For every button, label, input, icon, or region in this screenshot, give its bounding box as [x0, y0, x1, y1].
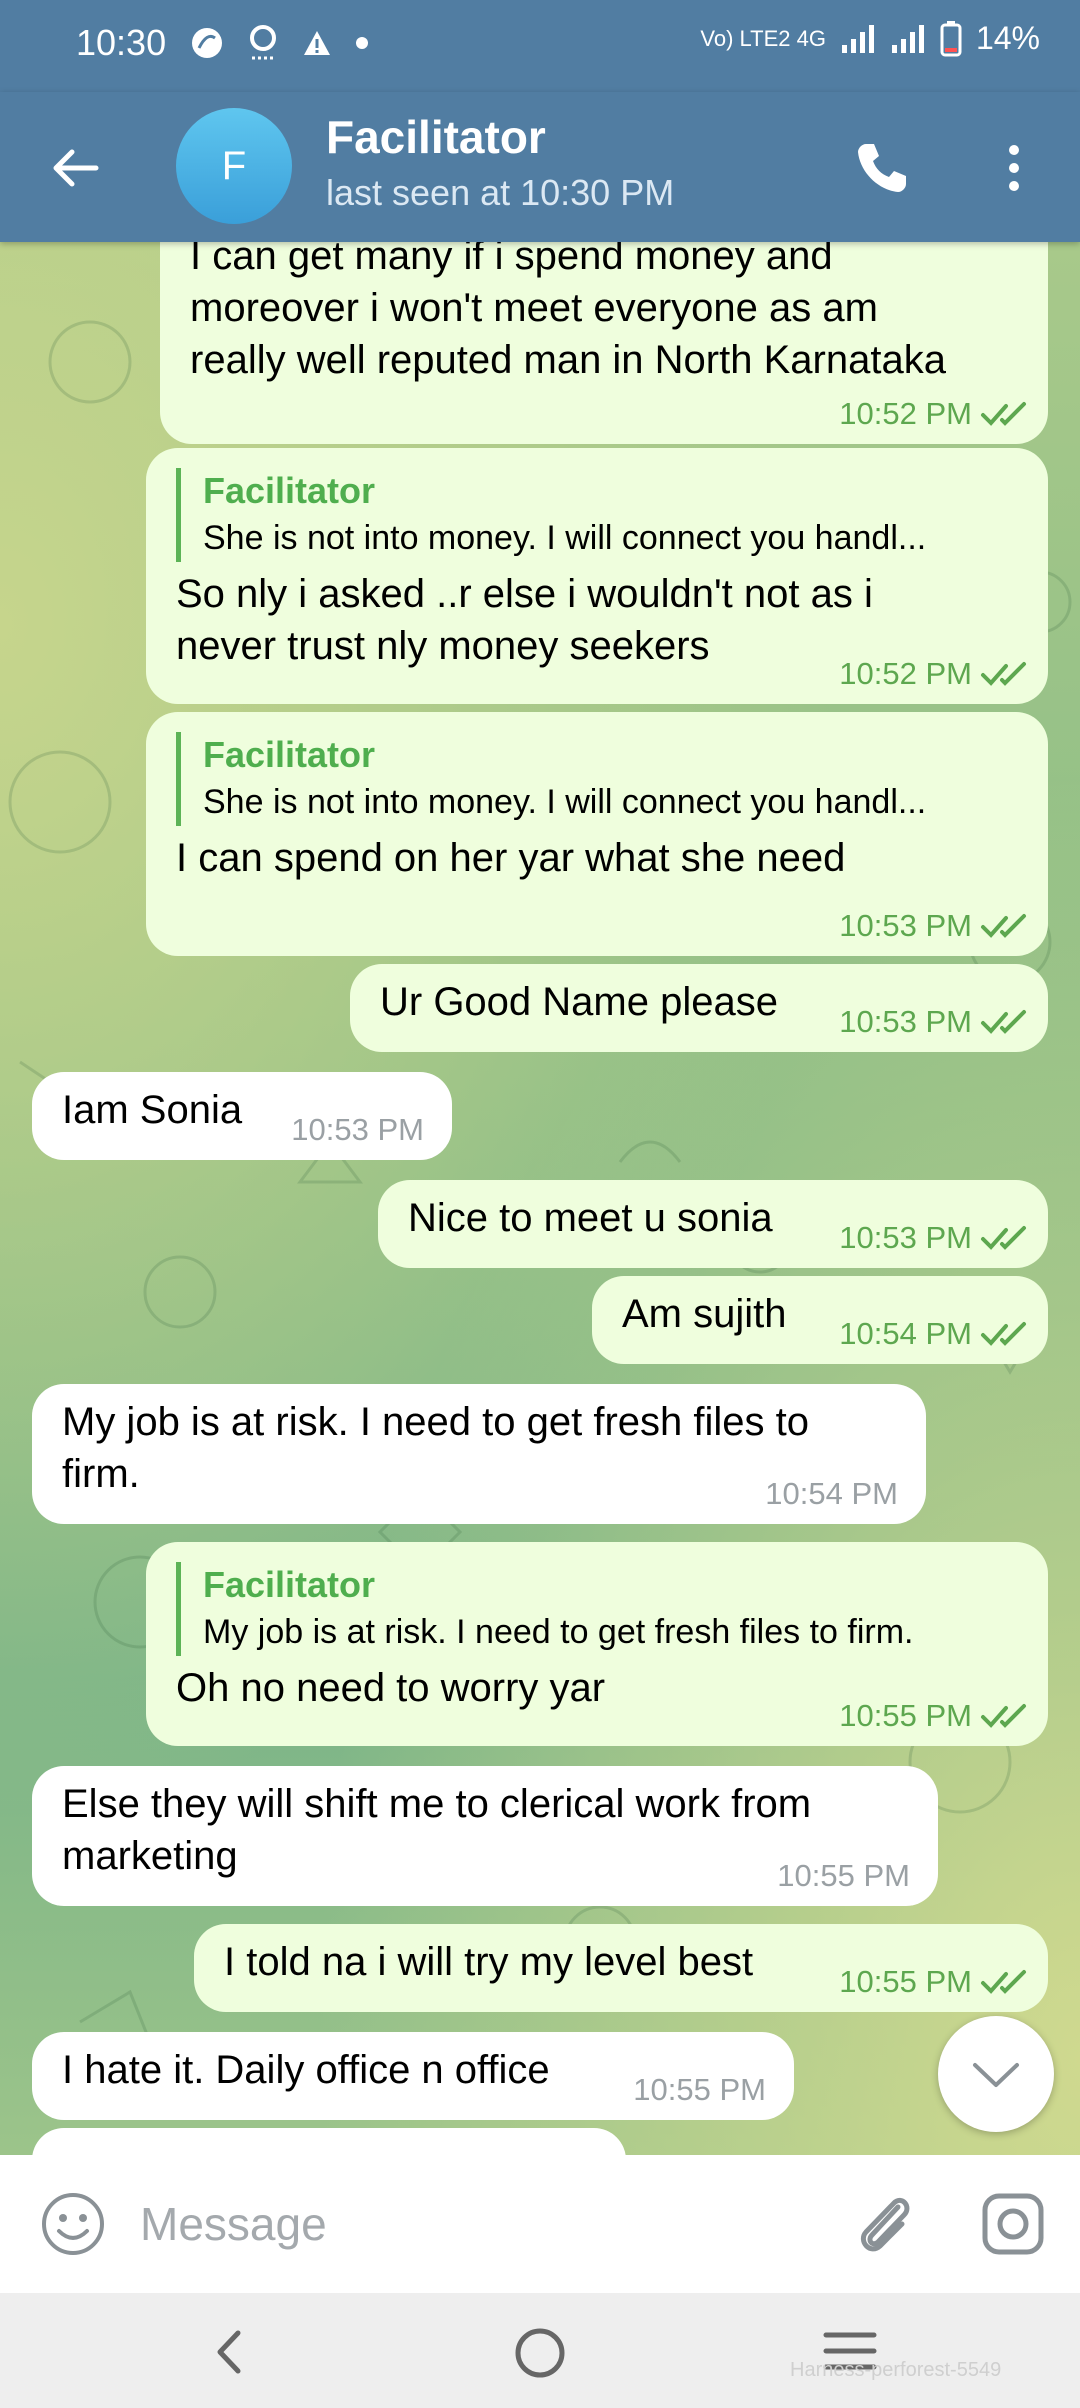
warning-icon [304, 31, 330, 55]
reply-sender: Facilitator [203, 1564, 376, 1605]
message-meta: 10:55 PM [839, 1964, 1030, 2000]
instagram-camera-icon[interactable] [980, 2191, 1046, 2257]
double-check-icon [981, 662, 1026, 686]
message-time: 10:55 PM [839, 1698, 972, 1733]
double-check-icon [981, 1970, 1026, 1994]
signal-icon-2 [891, 24, 924, 53]
message-incoming[interactable]: Else they will shift me to clerical work… [32, 1766, 938, 1906]
message-incoming[interactable]: I hate it. Daily office n office 10:55 P… [32, 2032, 794, 2120]
message-outgoing[interactable]: Ur Good Name please 10:53 PM [350, 964, 1048, 1052]
battery-icon [940, 20, 962, 56]
double-check-icon [981, 1704, 1026, 1728]
message-time: 10:52 PM [839, 396, 972, 431]
attach-icon[interactable] [852, 2189, 916, 2259]
message-meta: 10:52 PM [839, 396, 1030, 432]
message-text: I can spend on her yar what she need [176, 836, 846, 880]
message-outgoing[interactable]: Am sujith 10:54 PM [592, 1276, 1048, 1364]
reply-sender: Facilitator [203, 470, 376, 511]
avatar-letter: F [221, 143, 247, 188]
message-input-bar [0, 2155, 1080, 2293]
reply-sender: Facilitator [203, 734, 376, 775]
battery-label: 14% [975, 20, 1040, 56]
message-time: 10:53 PM [839, 908, 972, 943]
message-time: 10:54 PM [765, 1476, 898, 1511]
message-meta: 10:53 PM [291, 1112, 424, 1148]
message-time: 10:55 PM [633, 2072, 766, 2107]
reply-text: My job is at risk. I need to get fresh f… [203, 1613, 914, 1651]
double-check-icon [981, 914, 1026, 938]
watermark-text: Harness-perforest-5549 [790, 2359, 1002, 2381]
nav-back-icon[interactable] [206, 2327, 256, 2377]
avatar[interactable]: F [176, 108, 292, 224]
message-outgoing-reply[interactable]: Facilitator My job is at risk. I need to… [146, 1542, 1048, 1746]
message-time: 10:52 PM [839, 656, 972, 691]
system-nav-bar: Harness-perforest-5549 [0, 2293, 1080, 2408]
message-outgoing-reply[interactable]: Facilitator She is not into money. I wil… [146, 448, 1048, 704]
signal-icon [841, 24, 874, 53]
notification-icons [190, 24, 370, 62]
message-meta: 10:53 PM [839, 1004, 1030, 1040]
message-time: 10:55 PM [839, 1964, 972, 1999]
double-check-icon [981, 1322, 1026, 1346]
nav-home-icon[interactable] [512, 2325, 568, 2381]
message-incoming[interactable]: My job is at risk. I need to get fresh f… [32, 1384, 926, 1524]
status-right: Vo) LTE2 4G 14% [700, 20, 1040, 57]
phone-icon[interactable] [852, 138, 912, 198]
message-meta: 10:52 PM [839, 656, 1030, 692]
message-outgoing-reply[interactable]: Facilitator She is not into money. I wil… [146, 712, 1048, 956]
chevron-down-icon [973, 2063, 1019, 2087]
message-input[interactable] [138, 2185, 802, 2263]
message-time: 10:54 PM [839, 1316, 972, 1351]
message-meta: 10:55 PM [839, 1698, 1030, 1734]
emoji-icon[interactable] [40, 2191, 106, 2257]
contact-name[interactable]: Facilitator [326, 110, 546, 164]
message-meta: 10:55 PM [633, 2072, 766, 2108]
message-incoming[interactable]: Iam Sonia 10:53 PM [32, 1072, 452, 1160]
reply-preview[interactable]: Facilitator She is not into money. I wil… [176, 732, 1020, 826]
back-arrow-icon[interactable] [48, 140, 104, 196]
message-meta: 10:53 PM [839, 1220, 1030, 1256]
message-outgoing[interactable]: Nice to meet u sonia 10:53 PM [378, 1180, 1048, 1268]
reply-text: She is not into money. I will connect yo… [203, 783, 927, 821]
chat-area[interactable]: I can get many if i spend money and more… [0, 242, 1080, 2155]
scroll-to-bottom-button[interactable] [938, 2016, 1054, 2132]
double-check-icon [981, 1226, 1026, 1250]
message-meta: 10:54 PM [765, 1476, 898, 1512]
message-outgoing[interactable]: I can get many if i spend money and more… [160, 242, 1048, 444]
dot-icon [356, 37, 368, 49]
double-check-icon [981, 402, 1026, 426]
location-icon [250, 25, 276, 60]
message-meta: 10:54 PM [839, 1316, 1030, 1352]
message-time: 10:55 PM [777, 1858, 910, 1893]
double-check-icon [981, 1010, 1026, 1034]
chat-header: F Facilitator last seen at 10:30 PM [0, 92, 1080, 242]
reply-preview[interactable]: Facilitator My job is at risk. I need to… [176, 1562, 1020, 1656]
reply-text: She is not into money. I will connect yo… [203, 519, 927, 557]
network-label: Vo) LTE2 4G [700, 25, 826, 51]
message-time: 10:53 PM [291, 1112, 424, 1147]
message-time: 10:53 PM [839, 1220, 972, 1255]
status-bar: 10:30 Vo) LTE2 4G 14% [0, 0, 1080, 92]
status-time: 10:30 [76, 22, 167, 63]
last-seen-status: last seen at 10:30 PM [326, 172, 675, 213]
more-vertical-icon[interactable] [994, 138, 1034, 198]
message-incoming-partial[interactable] [32, 2128, 626, 2155]
reply-preview[interactable]: Facilitator She is not into money. I wil… [176, 468, 1020, 562]
message-outgoing[interactable]: I told na i will try my level best 10:55… [194, 1924, 1048, 2012]
message-text: I can get many if i spend money and more… [190, 242, 946, 382]
message-meta: 10:53 PM [839, 908, 1030, 944]
message-meta: 10:55 PM [777, 1858, 910, 1894]
app-notification-icon [192, 28, 222, 58]
message-time: 10:53 PM [839, 1004, 972, 1039]
